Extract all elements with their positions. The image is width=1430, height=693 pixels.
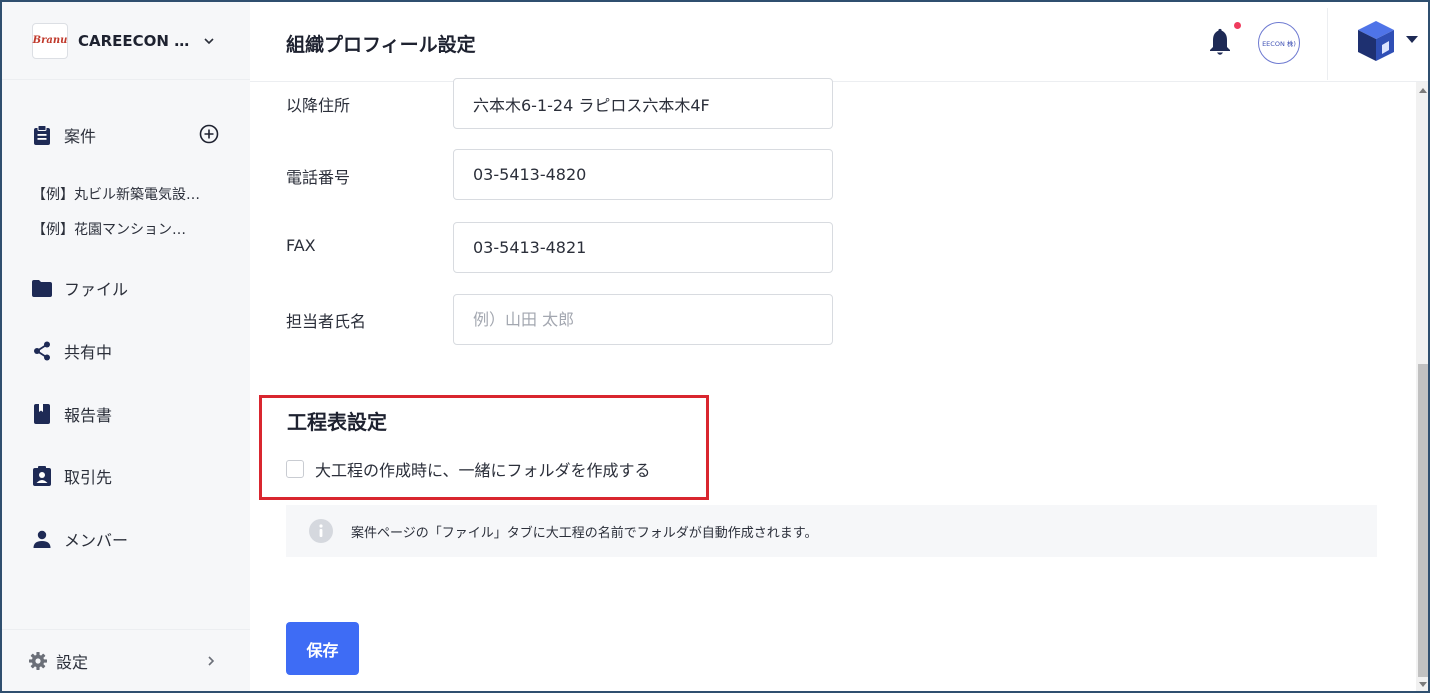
chevron-down-icon[interactable] <box>202 34 216 48</box>
project-item[interactable]: 【例】丸ビル新築電気設… <box>32 184 222 204</box>
scroll-down-arrow-icon[interactable] <box>1419 682 1427 687</box>
bell-icon[interactable] <box>1208 28 1232 56</box>
org-logo: Branu <box>32 22 68 59</box>
scrollbar-thumb[interactable] <box>1418 364 1428 677</box>
sidebar-item-label: メンバー <box>64 531 129 550</box>
page-title: 組織プロフィール設定 <box>286 34 476 56</box>
caret-down-icon[interactable] <box>1406 36 1418 43</box>
user-avatar-cube-icon[interactable] <box>1356 19 1396 63</box>
info-text: 案件ページの「ファイル」タブに大工程の名前でフォルダが自動作成されます。 <box>351 525 818 541</box>
book-icon <box>32 404 52 424</box>
contact-name-input[interactable] <box>453 294 833 345</box>
chevron-right-icon <box>208 656 215 666</box>
add-project-icon[interactable] <box>199 124 219 144</box>
share-icon <box>32 341 52 361</box>
org-switcher[interactable]: Branu CAREECON 施… <box>2 2 250 80</box>
sidebar-item-files[interactable]: ファイル <box>32 276 128 300</box>
contact-name-label: 担当者氏名 <box>286 312 367 331</box>
sidebar-item-label: 案件 <box>64 127 97 146</box>
header: 組織プロフィール設定 EECON 株) <box>250 2 1428 82</box>
fax-input[interactable] <box>453 222 833 273</box>
sidebar-item-label: 取引先 <box>64 468 113 487</box>
company-avatar[interactable]: EECON 株) <box>1258 22 1300 64</box>
settings-label: 設定 <box>56 652 89 672</box>
scroll-up-arrow-icon[interactable] <box>1419 88 1427 93</box>
info-notice: 案件ページの「ファイル」タブに大工程の名前でフォルダが自動作成されます。 <box>286 505 1377 557</box>
sidebar-item-label: ファイル <box>64 280 129 299</box>
save-button[interactable]: 保存 <box>286 622 359 675</box>
sidebar-item-clients[interactable]: 取引先 <box>32 464 112 488</box>
clipboard-icon <box>32 125 52 145</box>
sidebar-item-members[interactable]: メンバー <box>32 527 128 551</box>
person-icon <box>32 529 52 549</box>
sidebar-item-label: 報告書 <box>64 406 113 425</box>
sidebar-item-reports[interactable]: 報告書 <box>32 402 112 426</box>
phone-input[interactable] <box>453 149 833 200</box>
sidebar-item-projects[interactable]: 案件 <box>32 123 96 147</box>
contact-card-icon <box>32 466 52 486</box>
folder-icon <box>32 278 52 298</box>
project-item[interactable]: 【例】花園マンション… <box>32 219 222 239</box>
phone-label: 電話番号 <box>286 168 351 187</box>
org-name: CAREECON 施… <box>78 32 190 50</box>
highlight-box <box>259 395 709 500</box>
sidebar-item-label: 共有中 <box>64 343 113 362</box>
address-input[interactable] <box>453 78 833 129</box>
sidebar-item-shared[interactable]: 共有中 <box>32 339 112 363</box>
sidebar-item-settings[interactable]: 設定 <box>2 629 250 691</box>
sidebar: Branu CAREECON 施… 案件 【例】丸ビル新築電気設… 【例】花園マ… <box>2 2 250 691</box>
fax-label: FAX <box>286 236 316 255</box>
notification-dot <box>1234 22 1241 29</box>
app-window: Branu CAREECON 施… 案件 【例】丸ビル新築電気設… 【例】花園マ… <box>0 0 1430 693</box>
info-icon <box>309 519 333 543</box>
header-divider <box>1327 8 1328 80</box>
address-label: 以降住所 <box>286 96 351 115</box>
gear-icon <box>29 651 47 670</box>
